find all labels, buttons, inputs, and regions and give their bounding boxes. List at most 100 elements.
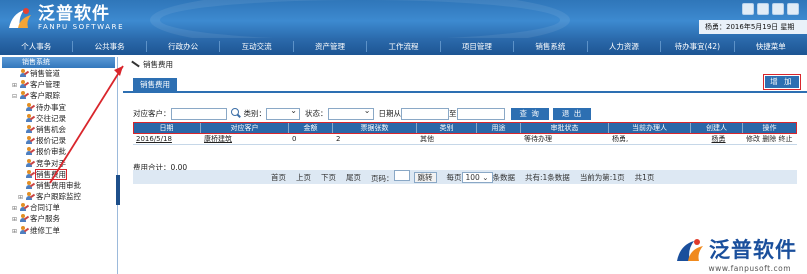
type-select[interactable] (266, 106, 300, 120)
query-button[interactable]: 查 询 (510, 107, 549, 120)
sidebar-item[interactable]: 销售机会 (4, 124, 117, 135)
status-select[interactable] (327, 106, 374, 120)
sidebar-item[interactable]: 报价审批 (4, 146, 117, 157)
cell-purpose (477, 134, 521, 144)
total-records: 共有:1条数据 (525, 172, 570, 182)
sidebar-item[interactable]: 待办事宜 (4, 102, 117, 113)
last-page-link[interactable]: 尾页 (346, 172, 361, 183)
per-page-group: 每页 100 ⌄ 条数据 (447, 171, 515, 183)
user-icon (20, 203, 30, 212)
cell-date[interactable]: 2016/5/18 (133, 134, 201, 144)
nav-item[interactable]: 销售系统 (514, 38, 586, 55)
exit-button[interactable]: 退 出 (552, 107, 592, 120)
cell-creator[interactable]: 杨勇 (691, 134, 743, 144)
user-icon (20, 225, 30, 234)
nav-item[interactable]: 待办事宜(42) (661, 38, 733, 55)
total-pages: 共1页 (634, 172, 655, 182)
next-page-link[interactable]: 下页 (321, 172, 336, 183)
type-label: 类别： (243, 109, 267, 118)
column-header[interactable]: 操作 (743, 122, 797, 134)
nav-item[interactable]: 项目管理 (441, 38, 513, 55)
table-body: 2016/5/18 康桥建筑 0 2 其他 等待办理 杨勇, 杨勇 修改 删除 终止 (133, 134, 797, 145)
sidebar-title[interactable]: 销售系统 (2, 57, 115, 68)
main-content: 销售费用 销售费用 增 加 对应客户： 类别： 状态： 日期从 至 查 询 退 … (123, 57, 807, 274)
page-number-group: 页码： (371, 170, 410, 184)
nav-item[interactable]: 工作流程 (367, 38, 439, 55)
column-header[interactable]: 类别 (417, 122, 477, 134)
jump-button[interactable]: 跳转 (413, 171, 437, 183)
current-page: 当前为第:1页 (579, 172, 625, 182)
refresh-icon[interactable] (757, 3, 769, 15)
column-header[interactable]: 票据张数 (333, 122, 417, 134)
user-icon (26, 102, 36, 111)
cell-amount: 0 (292, 135, 297, 143)
column-header[interactable]: 日期 (133, 122, 201, 134)
add-button-label: 增 加 (765, 76, 799, 88)
sidebar-item[interactable]: 销售费用 (4, 168, 117, 180)
user-icon (20, 214, 30, 223)
sidebar-item-label: 交往记录 (36, 113, 66, 123)
table-row: 2016/5/18 康桥建筑 0 2 其他 等待办理 杨勇, 杨勇 修改 删除 终止 (133, 134, 797, 145)
sidebar-item[interactable]: 报价记录 (4, 135, 117, 146)
expense-table: 日期 对应客户 金额 票据张数 类别 用途 审批状态 当前办理人 创建人 操作 2016/5/18… (133, 122, 797, 145)
watermark-name: 泛普软件 (709, 238, 797, 262)
sidebar-item[interactable]: 销售费用审批 (4, 180, 117, 191)
pin-icon (131, 60, 139, 68)
search-icon[interactable] (230, 108, 241, 119)
nav-item[interactable]: 互动交流 (220, 38, 292, 55)
table-header: 日期 对应客户 金额 票据张数 类别 用途 审批状态 当前办理人 创建人 操作 (133, 122, 797, 134)
sidebar-item[interactable]: ⊟ 客户跟踪 (4, 90, 117, 101)
watermark-logo: 泛普软件 (675, 236, 797, 264)
nav-item[interactable]: 人力资源 (588, 38, 660, 55)
first-page-link[interactable]: 首页 (271, 172, 286, 183)
sidebar-item[interactable]: ⊞ 客户管理 (4, 79, 117, 90)
nav-item[interactable]: 行政办公 (147, 38, 219, 55)
cell-ops[interactable]: 修改 删除 终止 (743, 134, 797, 144)
column-header[interactable]: 金额 (289, 122, 333, 134)
expand-toggle-icon[interactable]: ⊞ (12, 226, 20, 237)
header-decoration (150, 0, 570, 38)
user-icon (20, 91, 30, 100)
user-icon (26, 180, 36, 189)
sidebar-item[interactable]: ⊞ 合同订单 (4, 202, 117, 213)
date-to-input[interactable] (456, 107, 505, 120)
main-nav: 个人事务 公共事务 行政办公 互动交流 资产管理 工作流程 项目管理 销售系统 人力资源 待办事宜… (0, 38, 807, 55)
page-input[interactable] (393, 170, 410, 181)
prev-page-link[interactable]: 上页 (296, 172, 311, 183)
column-header[interactable]: 当前办理人 (609, 122, 691, 134)
cell-customer[interactable]: 康桥建筑 (201, 134, 289, 144)
nav-item[interactable]: 公共事务 (73, 38, 145, 55)
column-header[interactable]: 创建人 (691, 122, 743, 134)
add-button[interactable]: 增 加 (763, 74, 801, 90)
sidebar-item[interactable]: 销售管道 (4, 68, 117, 79)
tab-sales-expense[interactable]: 销售费用 (133, 78, 177, 91)
column-header[interactable]: 对应客户 (201, 122, 289, 134)
sidebar-item[interactable]: ⊞ 维修工单 (4, 225, 117, 236)
sidebar-item[interactable]: 交往记录 (4, 113, 117, 124)
user-icon (26, 158, 36, 167)
sidebar-item[interactable]: ⊞ 客户服务 (4, 213, 117, 224)
sidebar-item-label: 客户跟踪 (30, 91, 60, 101)
nav-item[interactable]: 快捷菜单 (735, 38, 807, 55)
user-icon (20, 80, 30, 89)
user-icon (26, 136, 36, 145)
per-page-select[interactable]: 100 ⌄ (461, 171, 493, 183)
column-header[interactable]: 审批状态 (521, 122, 609, 134)
date-to-label: 至 (449, 109, 457, 118)
user-info: 杨勇：2016年5月19日 星期 (699, 20, 807, 34)
sidebar-item[interactable]: 竞争对手 (4, 158, 117, 169)
sidebar-item[interactable]: ⊞ 客户跟踪监控 (4, 191, 117, 202)
date-from-input[interactable] (401, 107, 449, 120)
home-icon[interactable] (742, 3, 754, 15)
nav-item[interactable]: 个人事务 (0, 38, 72, 55)
sidebar-item-label: 销售费用 (35, 168, 67, 180)
column-header[interactable]: 用途 (477, 122, 521, 134)
logo-mark-icon (6, 6, 34, 32)
help-icon[interactable] (772, 3, 784, 15)
sidebar-collapse-handle[interactable] (116, 175, 120, 205)
sidebar-item-label: 销售机会 (36, 124, 66, 134)
watermark-mark-icon (675, 236, 705, 264)
nav-item[interactable]: 资产管理 (294, 38, 366, 55)
logout-icon[interactable] (787, 3, 799, 15)
customer-input[interactable] (170, 107, 227, 120)
